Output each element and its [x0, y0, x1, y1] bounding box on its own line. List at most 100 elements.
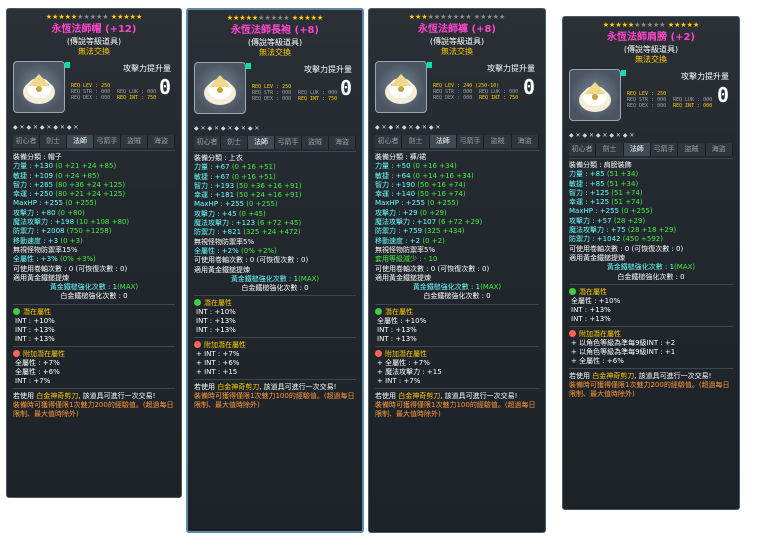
- trade-status: 無法交換: [78, 47, 110, 56]
- item-icon: [375, 61, 432, 113]
- charm-note: 裝備時可獲得僅限1次魅力100的經驗值。(超過每日限制、最大值時除外): [194, 392, 355, 410]
- stat-line: 魔法攻擊力 : +75 (28 +18 +29): [569, 226, 677, 235]
- stat-line: 適用黃金鐵鎚提煉: [569, 253, 625, 262]
- req-dex: REQ DEX : 000: [252, 96, 292, 102]
- stat-line: 幸運 : +125 (51 +74): [569, 198, 643, 207]
- job-tab: 法師: [248, 136, 275, 149]
- potential-line: 全屬性 : +10%: [377, 316, 427, 325]
- divider: [569, 325, 733, 327]
- req-int: REQ INT : 750: [117, 95, 157, 101]
- scissors-note: 若使用 白金神奇剪刀, 該道具可進行一次交易!: [13, 392, 175, 401]
- additional-potential-header: 附加潛在屬性: [13, 349, 175, 359]
- item-icon: [13, 61, 70, 113]
- job-tab: 弓箭手: [650, 143, 679, 156]
- job-tab: 盜賊: [484, 135, 512, 148]
- stat-line: 白金鐵槌強化次數 : 0: [60, 292, 128, 301]
- stat-line: 白金鐵槌強化次數 : 0: [423, 292, 491, 301]
- job-tab: 弓箭手: [456, 135, 485, 148]
- divider: [569, 283, 733, 285]
- divider: [13, 150, 175, 151]
- item-tooltip-shoulder: ★★★★★★★★★★ ★★★★★ 永恆法師肩膀 (+2) (傳說等級道具) 無法交換 R…: [562, 16, 740, 510]
- job-tab: 盜賊: [302, 136, 329, 149]
- stat-line: 力量 : +130 (0 +21 +24 +85): [13, 162, 117, 171]
- item-grade: (傳說等級道具): [247, 38, 303, 47]
- stat-line: 防禦力 : +1042 (450 +592): [569, 235, 663, 244]
- stat-line: 魔法攻擊力 : +123 (6 +72 +45): [194, 219, 302, 228]
- charm-note: 裝備時可獲得僅限1次魅力100的經驗值。(超過每日限制、最大值時除外): [375, 400, 536, 418]
- job-tab: 法師: [67, 135, 94, 148]
- stat-line: 攻擊力 : +29 (0 +29): [375, 208, 447, 217]
- additional-potential-line: + 全屬性 : +6%: [571, 356, 624, 365]
- scissors-note-prefix: 若使用: [375, 391, 396, 400]
- scissors-note: 若使用 白金神奇剪刀, 該道具可進行一次交易!: [375, 392, 539, 401]
- additional-potential-title: 附加潛在屬性: [23, 349, 65, 358]
- potential-header: 潛在屬性: [194, 298, 356, 308]
- req-dex: REQ DEX : 000: [627, 103, 667, 109]
- divider: [375, 387, 539, 389]
- scissors-note-suffix: , 該道具可進行一次交易!: [634, 371, 712, 380]
- job-tab: 弓箭手: [275, 136, 302, 149]
- divider: [569, 158, 733, 159]
- requirements: REQ LEV : 250 REQ STR : 000 REQ LUK : 000 R…: [71, 83, 163, 101]
- additional-potential-title: 附加潛在屬性: [385, 349, 427, 358]
- job-tab: 法師: [429, 135, 457, 148]
- stat-line: 魔法攻擊力 : +198 (10 +108 +80): [13, 218, 130, 227]
- divider: [375, 303, 539, 305]
- scissors-name: 白金神奇剪刀: [217, 383, 260, 392]
- stat-line: 智力 : +265 (80 +36 +24 +125): [13, 180, 126, 189]
- gem-icon: [246, 63, 251, 69]
- additional-potential-icon: [375, 349, 382, 357]
- stat-line: 防禦力 : +2008 (750 +1258): [13, 227, 112, 236]
- item-title: 永恆法師肩膀 (+2): [607, 32, 695, 43]
- star-force-row: ★★★★★★★★★★ ★★★★★: [45, 13, 143, 21]
- req-int: REQ INT : 750: [298, 96, 338, 102]
- attack-increase-label: 攻擊力提升量: [487, 64, 535, 73]
- potential-icon: [569, 287, 576, 295]
- job-tab: 初心者: [569, 143, 597, 156]
- stat-line: 智力 : +193 (50 +36 +16 +91): [194, 181, 302, 190]
- attack-increase-label: 攻擊力提升量: [681, 72, 729, 81]
- additional-potential-header: 附加潛在屬性: [375, 349, 539, 359]
- item-grade: (傳說等級道具): [66, 37, 122, 46]
- scissors-note-prefix: 若使用: [13, 391, 34, 400]
- additional-potential-line: 全屬性 : +7%: [15, 358, 60, 367]
- potential-line: INT : +13%: [196, 326, 236, 335]
- divider: [375, 150, 539, 151]
- job-tab: 海盜: [705, 143, 733, 156]
- divider: [13, 345, 175, 347]
- job-tab: 盜賊: [678, 143, 706, 156]
- attack-increase-value: 0: [158, 75, 171, 99]
- stat-line: 力量 : +85 (51 +34): [569, 170, 639, 179]
- trade-status: 無法交換: [635, 55, 667, 64]
- item-tooltip-pants: ★★★★★★★★★★ ★★★★★ 永恆法師褲 (+8) (傳說等級道具) 無法交換 RE…: [368, 8, 546, 533]
- stat-line: MaxHP : +255 (0 +255): [569, 207, 653, 216]
- additional-potential-line: + INT : +7%: [377, 376, 421, 385]
- additional-potential-line: + 魔法攻擊力 : +15: [377, 367, 442, 376]
- scissors-note-suffix: , 該道具可進行一次交易!: [440, 391, 518, 400]
- item-grade: (傳說等級道具): [623, 45, 679, 54]
- gem-icon: [427, 62, 432, 68]
- job-tabs: 初心者 劍士 法師 弓箭手 盜賊 海盜: [194, 136, 356, 149]
- stat-line: 移動速度 : +3 (0 +3): [13, 236, 83, 245]
- attack-increase-label: 攻擊力提升量: [304, 65, 352, 74]
- item-flag-icons: ◆ ✕ ◆ ✕ ◆ ✕ ◆ ✕ ◆ ✕: [13, 124, 79, 131]
- item-header: REQ LEV : 240 (250-10) REQ STR : 000 REQ L…: [375, 61, 539, 121]
- item-flag-icons: ◆ ✕ ◆ ✕ ◆ ✕ ◆ ✕ ◆ ✕: [375, 124, 441, 131]
- attack-increase-value: 0: [522, 75, 535, 99]
- stat-line: 適用黃金鐵鎚提煉: [375, 273, 431, 282]
- scissors-note-suffix: , 該道具可進行一次交易!: [78, 391, 156, 400]
- potential-title: 潛在屬性: [579, 287, 607, 296]
- item-header: REQ LEV : 250 REQ STR : 000 REQ LUK : 000 R…: [569, 69, 733, 129]
- potential-line: 全屬性 : +10%: [571, 296, 621, 305]
- additional-potential-line: + 以角色等級為準每9級INT : +2: [571, 338, 676, 347]
- scissors-name: 白金神奇剪刀: [398, 391, 441, 400]
- additional-potential-header: 附加潛在屬性: [569, 329, 733, 339]
- divider: [194, 337, 356, 339]
- potential-title: 潛在屬性: [204, 299, 232, 308]
- job-tabs: 初心者 劍士 法師 弓箭手 盜賊 海盜: [13, 135, 175, 148]
- additional-potential-icon: [13, 349, 20, 357]
- stat-line: 幸運 : +181 (50 +24 +16 +91): [194, 191, 302, 200]
- additional-potential-line: + INT : +15: [196, 368, 238, 377]
- potential-line: INT : +13%: [571, 305, 611, 314]
- stat-line: 力量 : +67 (0 +16 +51): [194, 163, 276, 172]
